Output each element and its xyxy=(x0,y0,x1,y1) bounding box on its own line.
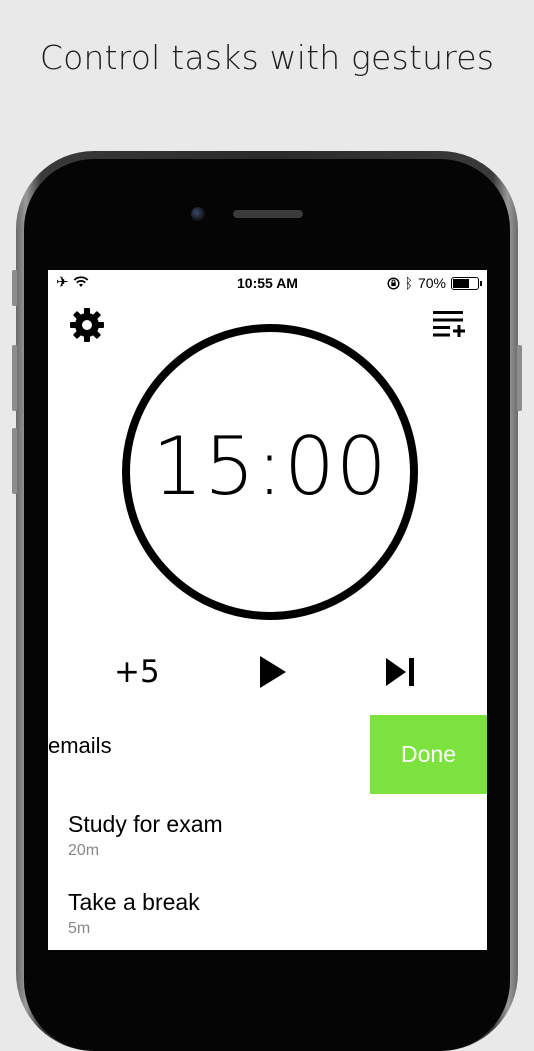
task-duration: 20m xyxy=(68,842,100,859)
phone-mute-switch xyxy=(12,270,17,306)
task-duration: 5m xyxy=(68,920,91,937)
phone-volume-down xyxy=(12,428,17,494)
list-item[interactable]: Study for exam 20m xyxy=(68,811,223,860)
swiped-task-row[interactable]: emails Done xyxy=(48,715,487,795)
phone-power-button xyxy=(517,345,522,411)
task-title: emails xyxy=(48,733,112,758)
status-bar: ✈ 10:55 AM ᛒ 70% xyxy=(48,270,487,296)
orientation-lock-icon xyxy=(387,276,400,290)
done-button[interactable]: Done xyxy=(370,715,487,794)
bluetooth-icon: ᛒ xyxy=(404,275,413,291)
task-title: Take a break xyxy=(68,889,200,915)
phone-volume-up xyxy=(12,345,17,411)
task-title: Study for exam xyxy=(68,811,223,837)
add-five-minutes-button[interactable]: +5 xyxy=(114,654,160,690)
battery-percent: 70% xyxy=(417,275,446,291)
add-to-list-icon[interactable] xyxy=(433,310,465,340)
play-icon[interactable] xyxy=(258,654,288,690)
gear-icon[interactable] xyxy=(70,308,104,342)
earpiece-speaker xyxy=(233,210,303,218)
marketing-headline: Control tasks with gestures xyxy=(39,38,495,77)
battery-icon xyxy=(451,276,482,290)
status-right-icons: ᛒ 70% xyxy=(387,275,482,291)
front-camera xyxy=(191,207,205,221)
skip-next-icon[interactable] xyxy=(384,656,416,688)
timer-display: 15:00 xyxy=(152,420,388,513)
list-item[interactable]: Take a break 5m xyxy=(68,889,200,938)
app-screen: ✈ 10:55 AM ᛒ 70% 15:00 +5 emails Done St… xyxy=(48,270,487,950)
